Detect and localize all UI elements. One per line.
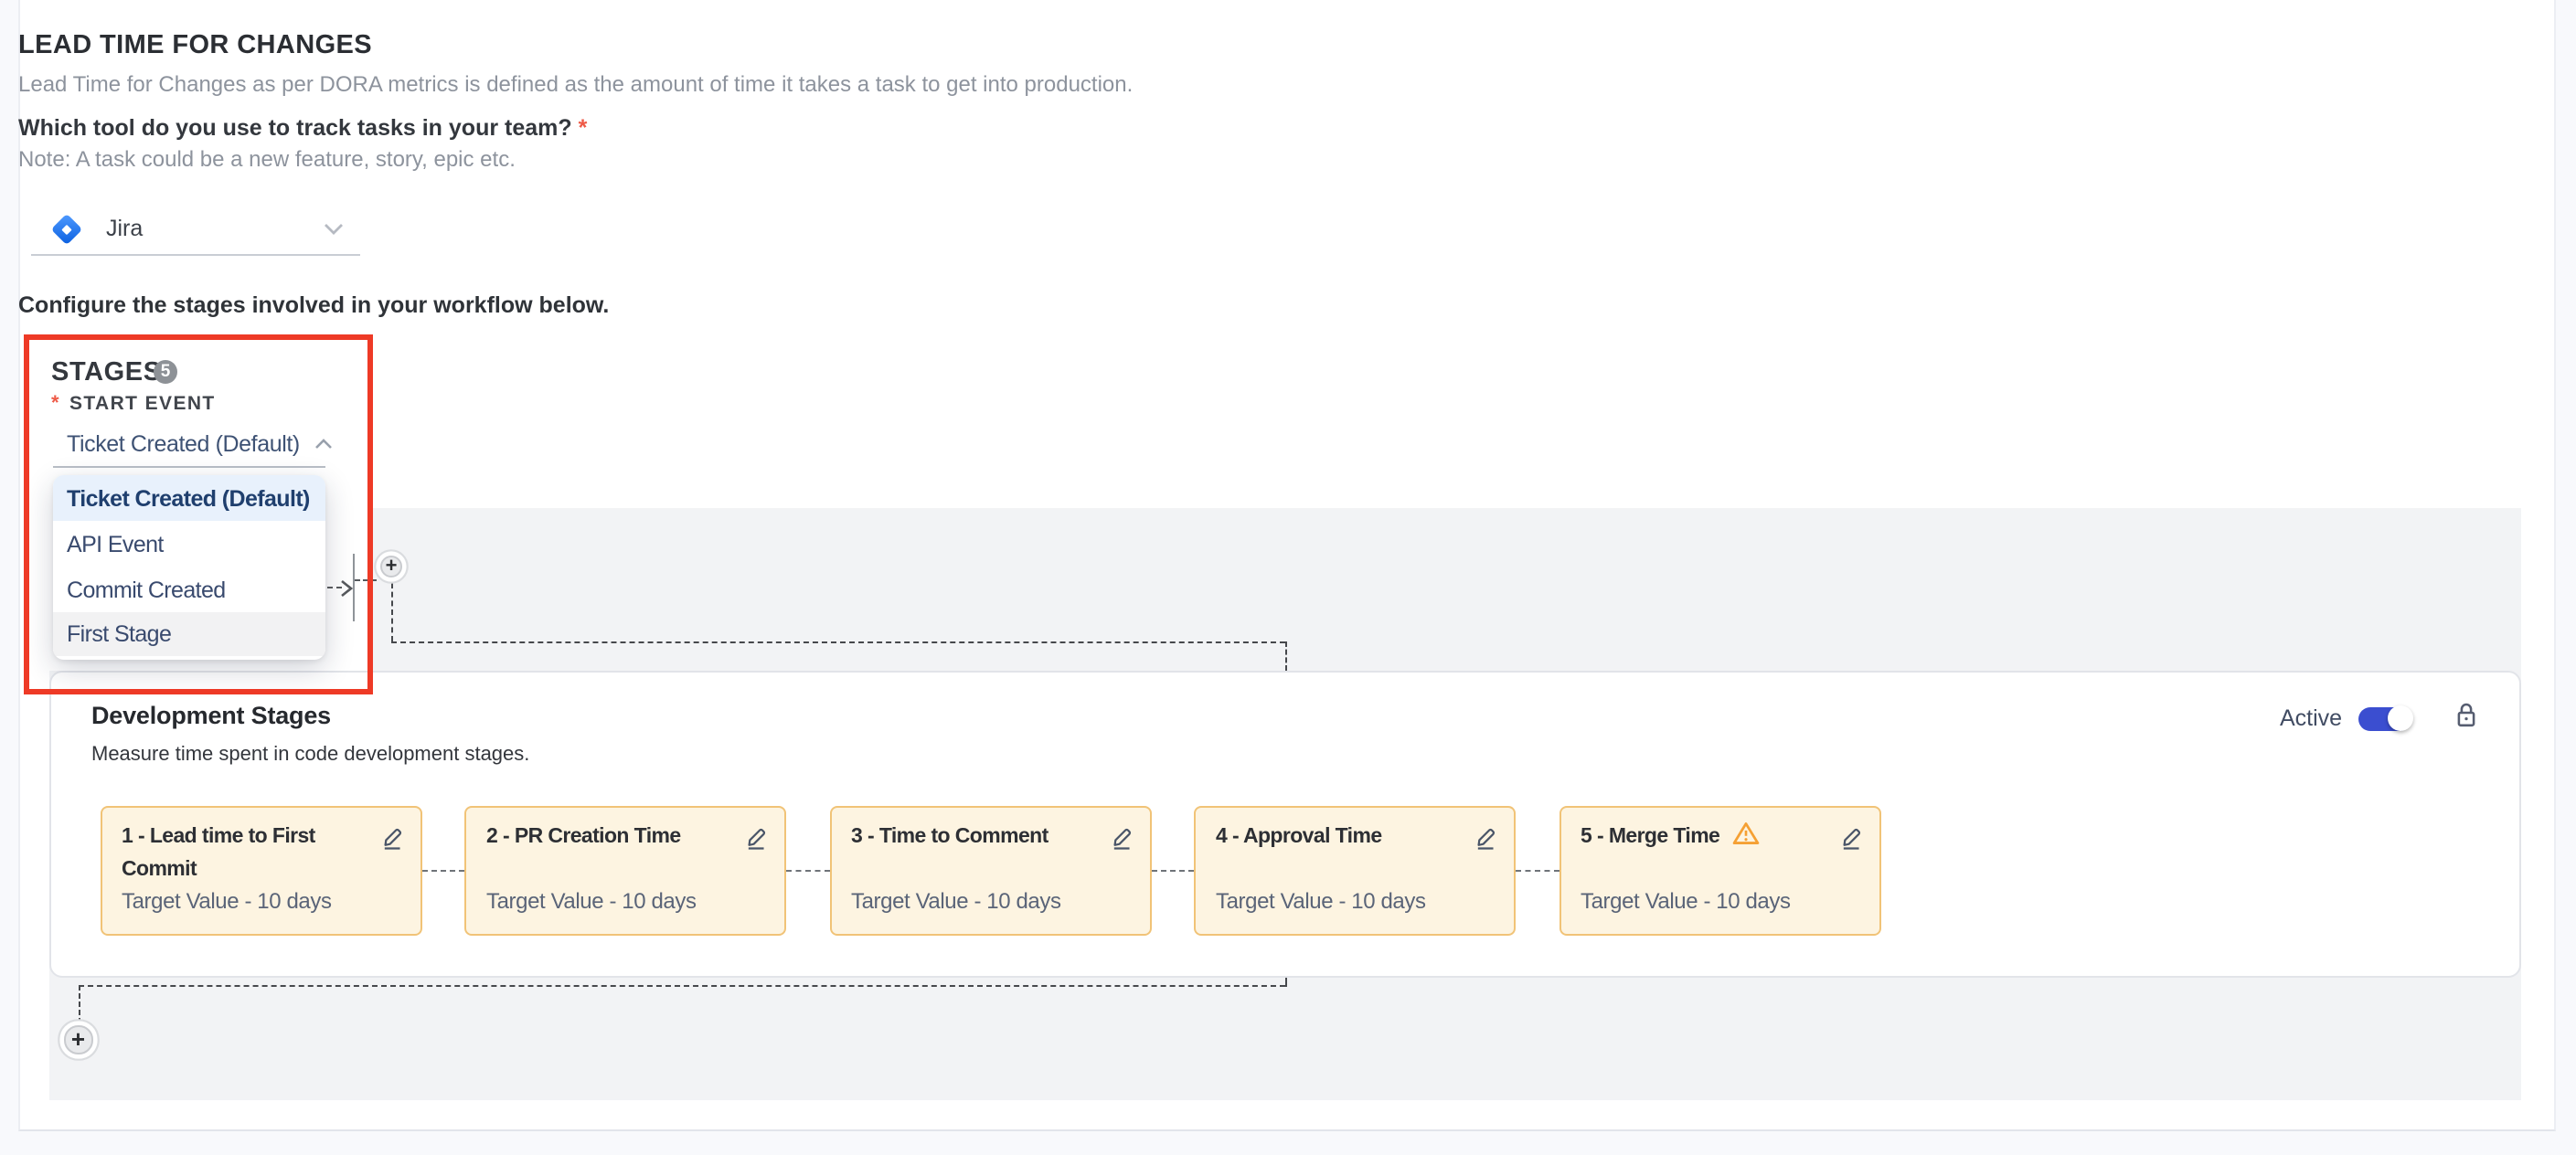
required-asterisk: * — [579, 115, 588, 141]
stage-card[interactable]: 5 - Merge Time Target Value - 10 days — [1559, 805, 1880, 935]
stage-card[interactable]: 1 - Lead time to First Commit Target Valu… — [100, 805, 421, 935]
edit-pencil-icon[interactable] — [1474, 825, 1497, 849]
stage-connector-dash — [421, 870, 464, 872]
active-toggle[interactable] — [2358, 706, 2411, 730]
stages-title: STAGES — [51, 357, 162, 387]
stage-connector-dash — [1516, 870, 1559, 872]
required-asterisk: * — [51, 392, 60, 414]
stage-target-value: Target Value - 10 days — [1216, 888, 1426, 914]
connector-dash — [78, 985, 1284, 987]
edit-pencil-icon[interactable] — [1838, 825, 1862, 849]
connector-dash — [1284, 641, 1286, 670]
lock-icon[interactable] — [2455, 702, 2477, 729]
stage-target-value: Target Value - 10 days — [486, 888, 697, 914]
task-tool-select[interactable]: Jira — [31, 203, 360, 256]
add-stage-button[interactable]: + — [380, 556, 402, 578]
connector-dash — [355, 578, 377, 580]
dropdown-option[interactable]: First Stage — [52, 612, 325, 656]
connector-dash — [78, 985, 80, 1023]
page-title: LEAD TIME FOR CHANGES — [18, 30, 372, 59]
plus-icon: + — [71, 1026, 85, 1054]
start-event-select[interactable]: Ticket Created (Default) — [67, 431, 333, 457]
dropdown-option-label: API Event — [67, 531, 164, 556]
start-event-label: * START EVENT — [51, 392, 216, 414]
stage-card-title-text: 3 - Time to Comment — [851, 825, 1048, 847]
connector-dash — [1284, 977, 1286, 986]
configure-stages-label: Configure the stages involved in your wo… — [18, 292, 609, 318]
page-description: Lead Time for Changes as per DORA metric… — [18, 70, 1133, 96]
chevron-up-icon — [314, 439, 333, 450]
stage-card-title: 2 - PR Creation Time — [486, 820, 681, 853]
stage-card[interactable]: 4 - Approval Time Target Value - 10 days — [1194, 805, 1516, 935]
stage-connector-dash — [786, 870, 829, 872]
stage-card-title: 5 - Merge Time — [1581, 820, 1760, 853]
warning-triangle-icon — [1730, 821, 1760, 846]
dropdown-option[interactable]: Commit Created — [52, 567, 325, 612]
development-stages-title: Development Stages — [91, 701, 331, 728]
stages-count-badge: 5 — [154, 360, 177, 384]
add-stage-group-button[interactable]: + — [64, 1025, 92, 1054]
stage-card[interactable]: 2 - PR Creation Time Target Value - 10 da… — [464, 805, 786, 935]
stage-card[interactable]: 3 - Time to Comment Target Value - 10 day… — [829, 805, 1151, 935]
dropdown-option-label: First Stage — [67, 621, 171, 647]
stage-target-value: Target Value - 10 days — [1581, 888, 1791, 914]
dropdown-option[interactable]: API Event — [52, 521, 325, 567]
chevron-down-icon — [324, 222, 344, 235]
development-stages-subtitle: Measure time spent in code development s… — [91, 744, 529, 766]
select-underline — [52, 466, 325, 468]
stage-connector-dash — [1151, 870, 1194, 872]
dropdown-option-label: Commit Created — [67, 577, 226, 602]
stage-card-title: 3 - Time to Comment — [851, 820, 1048, 853]
page-root: LEAD TIME FOR CHANGES Lead Time for Chan… — [0, 0, 2576, 1155]
connector-dash — [390, 641, 1284, 643]
toggle-knob — [2388, 705, 2413, 731]
edit-pencil-icon[interactable] — [379, 825, 403, 849]
tool-question-label: Which tool do you use to track tasks in … — [18, 115, 587, 141]
tool-question-note: Note: A task could be a new feature, sto… — [18, 146, 516, 172]
stage-card-title-text: 5 - Merge Time — [1581, 825, 1719, 847]
stage-card-title-text: 2 - PR Creation Time — [486, 825, 681, 847]
task-tool-value: Jira — [106, 216, 143, 241]
arrow-right-icon — [339, 578, 352, 597]
stage-target-value: Target Value - 10 days — [851, 888, 1061, 914]
stage-target-value: Target Value - 10 days — [122, 888, 332, 914]
start-event-dropdown: Ticket Created (Default) API Event Commit … — [52, 475, 325, 660]
stage-card-title-text: 4 - Approval Time — [1216, 825, 1382, 847]
start-event-select-value: Ticket Created (Default) — [67, 431, 300, 457]
plus-icon: + — [386, 556, 398, 578]
jira-icon — [48, 209, 86, 248]
stage-cards-row: 1 - Lead time to First Commit Target Valu… — [0, 805, 2576, 935]
edit-pencil-icon[interactable] — [1109, 825, 1133, 849]
dropdown-option[interactable]: Ticket Created (Default) — [52, 475, 325, 521]
connector-dash — [390, 583, 392, 641]
stage-card-title: 1 - Lead time to First Commit — [122, 820, 374, 887]
stage-card-title: 4 - Approval Time — [1216, 820, 1382, 853]
start-node-line — [352, 554, 355, 621]
edit-pencil-icon[interactable] — [744, 825, 768, 849]
stage-card-title-text: 1 - Lead time to First Commit — [122, 825, 315, 881]
dropdown-option-label: Ticket Created (Default) — [67, 485, 310, 511]
active-label: Active — [2280, 705, 2342, 731]
